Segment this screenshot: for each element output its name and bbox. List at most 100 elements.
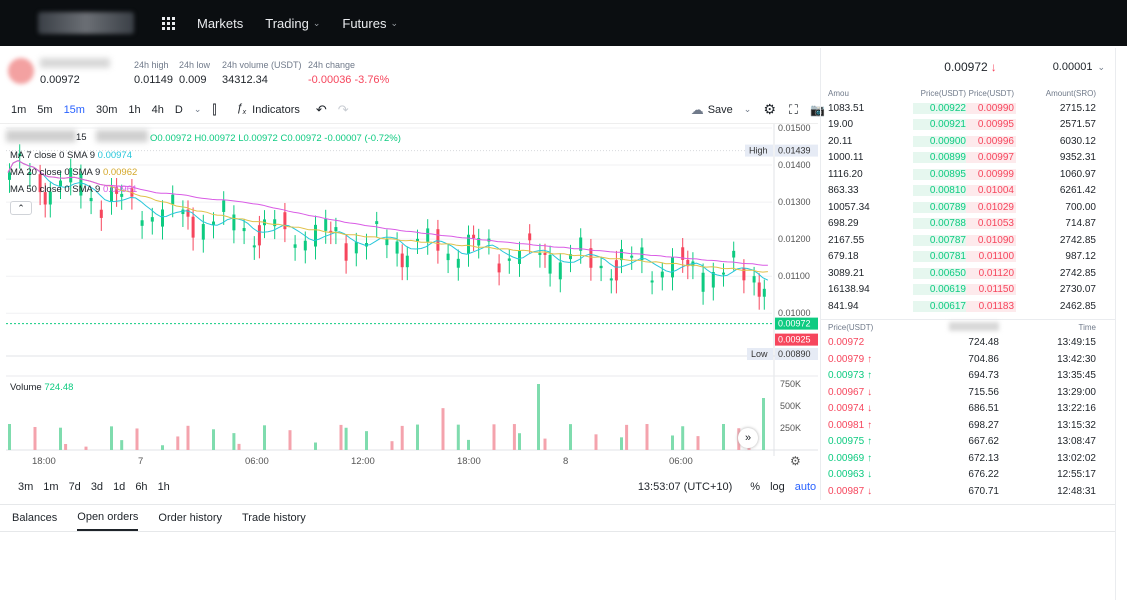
order-book-row[interactable]: 2167.55 0.00787 0.01090 2742.85 [821, 232, 1115, 249]
trade-time: 13:02:02 [1057, 452, 1096, 464]
col-amount-sro: Amount(SRO) [1045, 88, 1096, 98]
order-book-row[interactable]: 679.18 0.00781 0.01100 987.12 [821, 249, 1115, 266]
trade-amount: 670.71 [968, 485, 999, 497]
nav-futures[interactable]: Futures ⌄ [342, 16, 398, 31]
tab-open-orders[interactable]: Open orders [77, 505, 139, 531]
trade-price: 0.00972 [821, 337, 931, 348]
order-book-row[interactable]: 19.00 0.00921 0.00995 2571.57 [821, 117, 1115, 134]
chevron-down-icon[interactable]: ⌄ [1097, 62, 1105, 73]
legend-ma50: MA 50 close 0 SMA 9 0.00961 [10, 184, 137, 195]
candle-type-icon[interactable]: ⫿ [212, 102, 216, 118]
col-trade-time: Time [1078, 322, 1096, 332]
range-1h[interactable]: 1h [158, 481, 170, 493]
order-book-row[interactable]: 3089.21 0.00650 0.01120 2742.85 [821, 265, 1115, 282]
row-bid-price: 0.00619 [913, 284, 966, 296]
candle [385, 238, 389, 246]
chart-settings-icon: ⚙ [790, 454, 801, 468]
interval-chevron-icon[interactable]: ⌄ [194, 104, 202, 115]
candle [252, 245, 256, 248]
order-book-row[interactable]: 1116.20 0.00895 0.00999 1060.97 [821, 166, 1115, 183]
order-book-row[interactable]: 841.94 0.00617 0.01183 2462.85 [821, 298, 1115, 315]
interval-4h[interactable]: 4h [152, 104, 164, 116]
save-button[interactable]: Save [708, 104, 733, 116]
interval-1m[interactable]: 1m [11, 104, 26, 116]
order-book-row[interactable]: 1000.11 0.00899 0.00997 9352.31 [821, 150, 1115, 167]
candle [436, 229, 440, 251]
candle [614, 260, 618, 281]
row-bid-price: 0.00810 [913, 185, 966, 197]
volume-bar [625, 424, 629, 450]
fx-icon[interactable]: ƒx [237, 102, 247, 116]
price-chart[interactable]: 0.01500 0.01400 0.01300 0.01200 0.01100 0.010… [0, 123, 818, 474]
candle [324, 219, 328, 231]
gear-icon[interactable]: ⚙ [763, 101, 776, 118]
order-book-row[interactable]: 698.29 0.00788 0.01053 714.87 [821, 216, 1115, 233]
interval-30m[interactable]: 30m [96, 104, 117, 116]
row-bid-amount: 19.00 [828, 119, 854, 131]
cloud-icon[interactable]: ☁ [691, 102, 704, 118]
nav-trading[interactable]: Trading ⌄ [265, 16, 320, 31]
range-3d[interactable]: 3d [91, 481, 103, 493]
legend-ma50-label: MA 50 close 0 SMA 9 [10, 184, 101, 195]
range-3m[interactable]: 3m [18, 481, 33, 493]
tab-order-history[interactable]: Order history [158, 506, 222, 530]
interval-1h[interactable]: 1h [128, 104, 140, 116]
stat-24h-change: 24h change -0.00036 -3.76% [308, 60, 389, 86]
time-tick-label: 7 [138, 456, 143, 467]
candle [558, 262, 562, 280]
pair-icon [8, 58, 34, 84]
logo[interactable] [38, 12, 134, 34]
last-price: 0.00972 [40, 74, 80, 86]
price-step-select[interactable]: 0.00001 [1053, 61, 1093, 73]
log-scale-toggle[interactable]: log [770, 481, 785, 493]
trade-price: 0.00969 ↑ [821, 453, 931, 464]
trade-row: 0.00972 724.48 13:49:15 [821, 335, 1115, 352]
volume-bar [212, 429, 215, 450]
volume-bar [135, 428, 139, 450]
percent-scale-toggle[interactable]: % [750, 481, 760, 493]
redo-icon[interactable]: ↷ [338, 102, 349, 118]
indicators-button[interactable]: Indicators [252, 104, 300, 116]
range-6h[interactable]: 6h [135, 481, 147, 493]
nav-markets[interactable]: Markets [197, 16, 243, 31]
fullscreen-icon[interactable]: ⛶ [789, 102, 798, 118]
tab-trade-history[interactable]: Trade history [242, 506, 306, 530]
trade-price-value: 0.00973 [828, 370, 865, 382]
tab-balances[interactable]: Balances [12, 506, 57, 530]
trade-row: 0.00979 ↑ 704.86 13:42:30 [821, 351, 1115, 368]
chevron-down-icon[interactable]: ⌄ [744, 104, 752, 115]
collapse-legend-button[interactable]: ⌃ [10, 201, 32, 215]
range-1d[interactable]: 1d [113, 481, 125, 493]
order-book-row[interactable]: 863.33 0.00810 0.01004 6261.42 [821, 183, 1115, 200]
trade-price: 0.00967 ↓ [821, 387, 931, 398]
row-ask-price: 0.01120 [966, 267, 1016, 279]
candle [660, 271, 664, 278]
top-nav: Markets Trading ⌄ Futures ⌄ [0, 0, 1127, 46]
volume-bar [64, 444, 68, 450]
scroll-to-latest-button[interactable]: » [738, 428, 758, 448]
row-ask-price: 0.01004 [966, 185, 1016, 197]
range-7d[interactable]: 7d [69, 481, 81, 493]
trades-columns: Price(USDT) Time [821, 318, 1115, 335]
order-book-row[interactable]: 20.11 0.00900 0.00996 6030.12 [821, 133, 1115, 150]
undo-icon[interactable]: ↶ [316, 102, 327, 118]
range-1m[interactable]: 1m [43, 481, 58, 493]
interval-5m[interactable]: 5m [37, 104, 52, 116]
mid-price: 0.00972 [944, 60, 988, 74]
apps-grid-icon[interactable] [162, 16, 175, 30]
legend-ma7-value: 0.00974 [97, 150, 132, 161]
stat-24h-high: 24h high 0.01149 [134, 60, 173, 86]
volume-bar [390, 441, 394, 450]
auto-scale-toggle[interactable]: auto [795, 481, 816, 493]
order-book-row[interactable]: 16138.94 0.00619 0.01150 2730.07 [821, 282, 1115, 299]
nav-trading-label: Trading [265, 15, 309, 31]
trade-direction-icon: ↑ [867, 452, 873, 464]
interval-15m[interactable]: 15m [64, 104, 85, 116]
interval-d[interactable]: D [175, 104, 183, 116]
order-book-row[interactable]: 10057.34 0.00789 0.01029 700.00 [821, 199, 1115, 216]
trade-time: 12:55:17 [1057, 469, 1096, 481]
row-ask-price: 0.00990 [966, 102, 1016, 114]
order-book-row[interactable]: 1083.51 0.00922 0.00990 2715.12 [821, 100, 1115, 117]
trade-row: 0.00974 ↓ 686.51 13:22:16 [821, 401, 1115, 418]
volume-bar [416, 424, 419, 450]
